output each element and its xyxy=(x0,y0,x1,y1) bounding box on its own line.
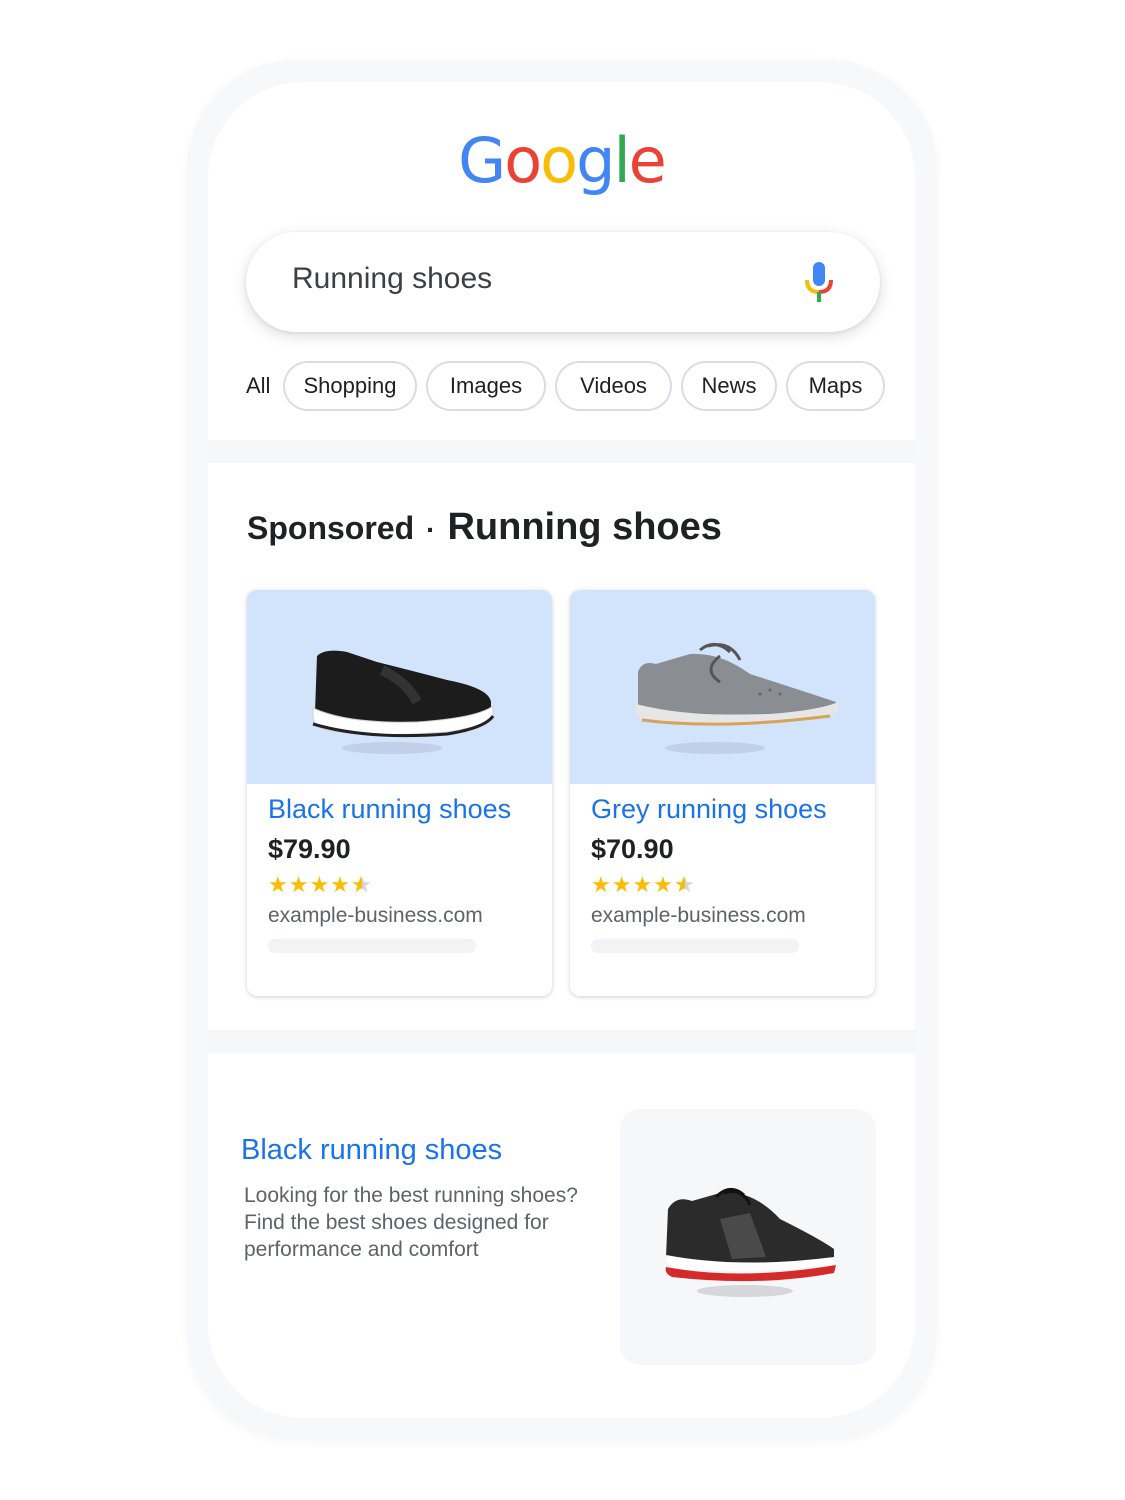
rating-stars: ★★★★★★ xyxy=(268,872,373,897)
product-image[interactable] xyxy=(570,590,875,784)
search-bar[interactable]: Running shoes xyxy=(246,232,880,332)
chip-maps[interactable]: Maps xyxy=(786,361,885,411)
sponsored-query-title: Running shoes xyxy=(447,506,722,548)
logo: Google xyxy=(208,124,915,197)
result-description: Looking for the best running shoes? Find… xyxy=(244,1184,578,1261)
grey-lace-up-shoe-image xyxy=(635,643,838,754)
logo-letter: l xyxy=(613,124,630,197)
sponsored-label: Sponsored xyxy=(247,510,415,546)
placeholder-bar xyxy=(591,939,799,953)
search-input[interactable]: Running shoes xyxy=(292,262,492,296)
product-price: $70.90 xyxy=(591,834,674,864)
logo-letter: G xyxy=(458,124,506,197)
chip-news[interactable]: News xyxy=(681,361,777,411)
black-slip-on-shoe-image xyxy=(312,650,495,754)
logo-letter: e xyxy=(628,124,667,197)
product-card[interactable]: Grey running shoes $70.90 ★★★★★★ example… xyxy=(570,590,875,996)
product-title[interactable]: Grey running shoes xyxy=(591,794,827,825)
chip-videos[interactable]: Videos xyxy=(555,361,672,411)
separator-dot: · xyxy=(426,514,436,545)
sponsored-heading: Sponsored · Running shoes xyxy=(247,506,722,549)
result-title[interactable]: Black running shoes xyxy=(241,1134,502,1167)
rating-stars: ★★★★★★ xyxy=(591,872,696,897)
logo-letter: o xyxy=(540,124,578,197)
product-card[interactable]: Black running shoes $79.90 ★★★★★★ exampl… xyxy=(247,590,552,996)
product-image[interactable] xyxy=(247,590,552,784)
product-site[interactable]: example-business.com xyxy=(591,904,806,928)
logo-letter: g xyxy=(576,124,615,197)
placeholder-bar xyxy=(268,939,476,953)
chip-shopping[interactable]: Shopping xyxy=(283,361,417,411)
chip-images[interactable]: Images xyxy=(426,361,546,411)
product-site[interactable]: example-business.com xyxy=(268,904,483,928)
black-red-running-shoe-image xyxy=(665,1188,836,1297)
logo-letter: o xyxy=(504,124,542,197)
microphone-icon[interactable] xyxy=(804,262,834,304)
product-price: $79.90 xyxy=(268,834,351,864)
chip-all[interactable]: All xyxy=(246,373,270,399)
result-thumbnail[interactable] xyxy=(620,1109,876,1365)
product-title[interactable]: Black running shoes xyxy=(268,794,511,825)
